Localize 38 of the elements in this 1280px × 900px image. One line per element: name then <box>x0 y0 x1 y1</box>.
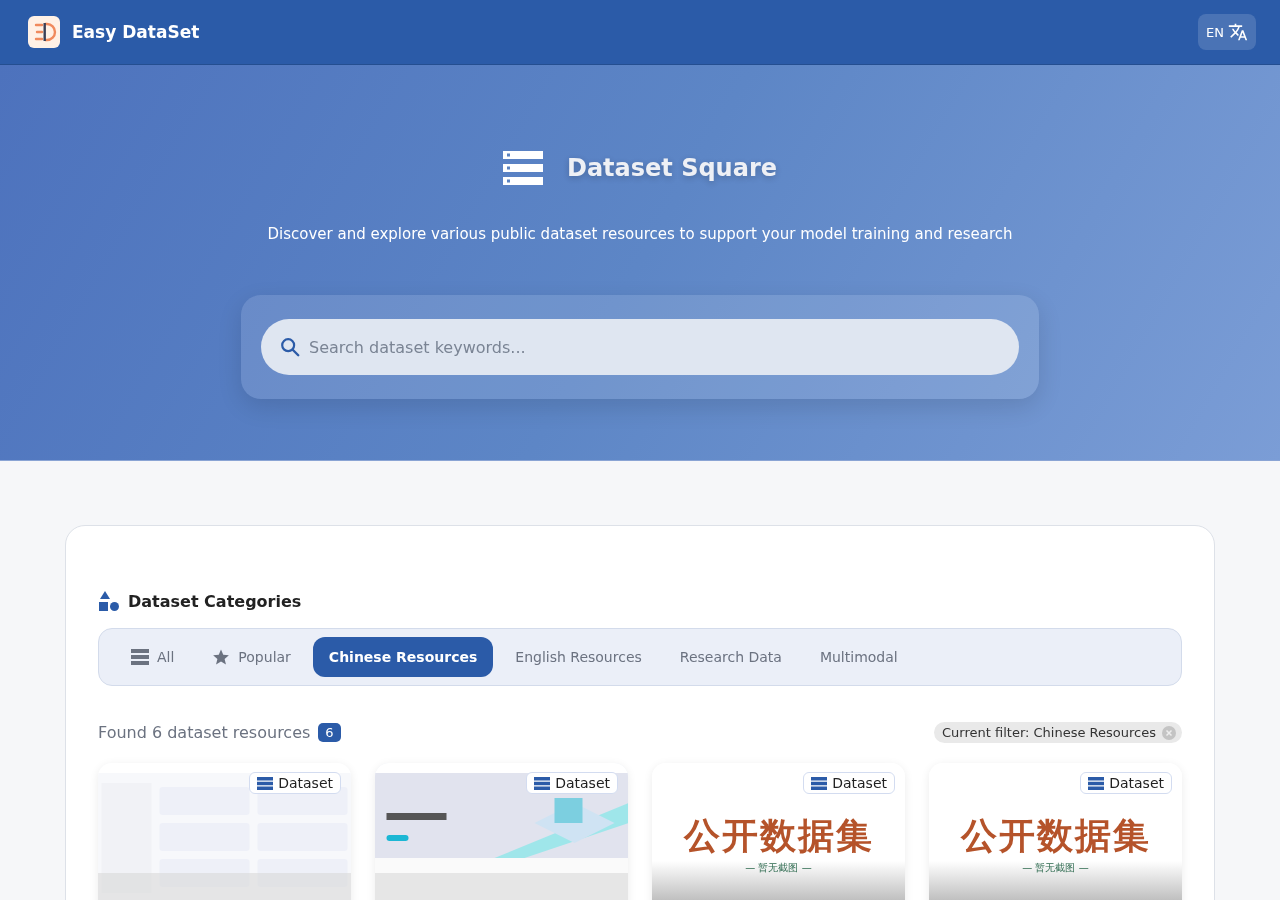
badge-label: Dataset <box>1109 775 1164 791</box>
category-tab[interactable]: Chinese Resources <box>312 637 494 677</box>
placeholder-title: 公开数据集 <box>683 813 874 858</box>
search-field[interactable]: Search dataset keywords... <box>261 319 1019 375</box>
category-tab[interactable]: Multimodal <box>803 637 914 677</box>
category-tab[interactable]: English Resources <box>499 637 658 677</box>
badge-label: Dataset <box>832 775 887 791</box>
shapes-icon <box>98 590 120 612</box>
star-icon <box>212 648 231 666</box>
page-subtitle: Discover and explore various public dataset resources to support your model training and research <box>267 225 1013 243</box>
dataset-card[interactable]: Dataset <box>98 763 351 900</box>
translate-icon <box>1228 22 1248 42</box>
category-tab[interactable]: Research Data <box>663 637 798 677</box>
page-title: Dataset Square <box>566 154 777 182</box>
dataset-card[interactable]: Dataset <box>375 763 628 900</box>
category-tab[interactable]: Popular <box>196 637 307 677</box>
placeholder-note: — 暂无截图 — <box>1022 860 1089 875</box>
badge-label: Dataset <box>278 775 333 791</box>
badge-label: Dataset <box>555 775 610 791</box>
app-title: Easy DataSet <box>72 22 200 42</box>
dataset-icon <box>257 776 274 790</box>
language-button[interactable]: EN <box>1198 14 1256 50</box>
dataset-card[interactable]: 公开数据集 — 暂无截图 — Dataset <box>652 763 905 900</box>
dataset-icon <box>534 776 551 790</box>
close-icon[interactable] <box>1162 725 1176 740</box>
results-summary: Found 6 dataset resources <box>98 723 311 742</box>
dataset-icon <box>811 776 828 790</box>
logo-icon <box>28 16 60 48</box>
placeholder-title: 公开数据集 <box>960 813 1151 858</box>
placeholder-note: — 暂无截图 — <box>745 860 812 875</box>
dataset-icon <box>502 151 543 185</box>
dataset-card[interactable]: 公开数据集 — 暂无截图 — Dataset <box>929 763 1182 900</box>
dataset-icon <box>1088 776 1105 790</box>
count-badge: 6 <box>318 723 341 742</box>
filter-label: Current filter: Chinese Resources <box>942 725 1156 740</box>
section-title: Dataset Categories <box>128 591 302 611</box>
category-tab[interactable]: All <box>115 637 191 677</box>
list-icon <box>131 649 149 665</box>
